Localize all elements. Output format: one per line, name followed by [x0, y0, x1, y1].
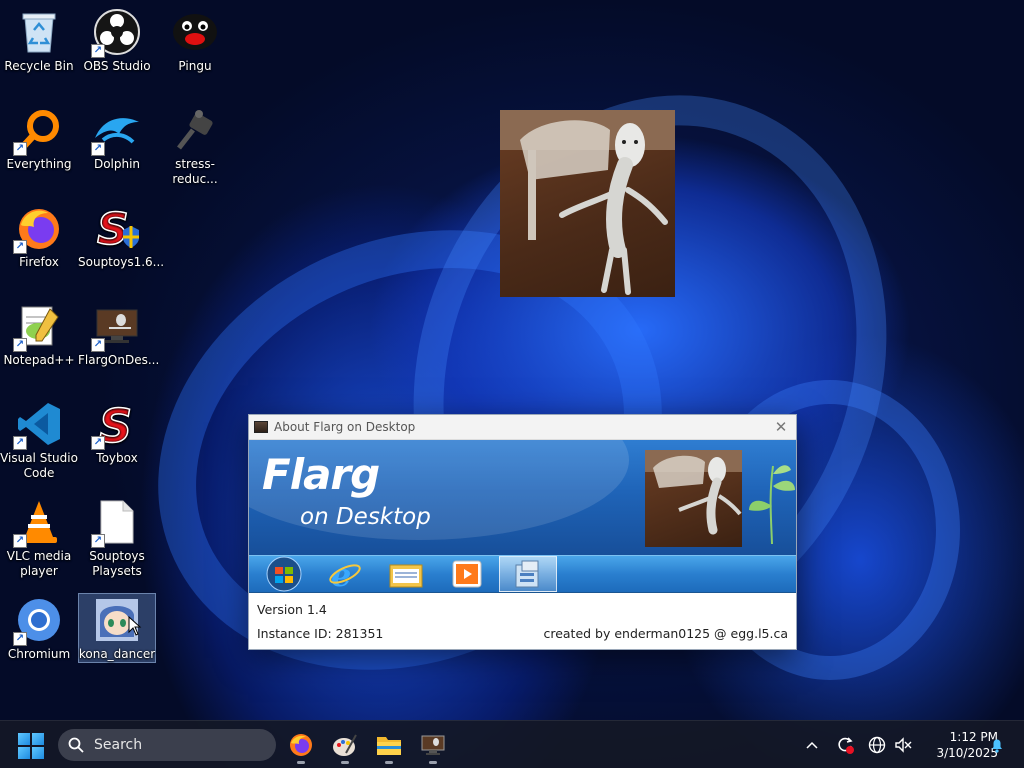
windows-explorer-icon — [377, 556, 435, 592]
shortcut-arrow-icon: ↗ — [13, 632, 27, 646]
globe-icon — [868, 736, 886, 754]
sync-alert-icon — [838, 737, 854, 754]
windows-logo-tile — [18, 733, 30, 745]
taskbar-search-box[interactable]: Search — [58, 729, 276, 761]
souptoys-installer-icon: S — [93, 204, 141, 252]
desktop-icon-everything[interactable]: ↗ Everything — [0, 100, 78, 188]
desktop-icon-souptoys-playsets[interactable]: ↗ Souptoys Playsets — [78, 492, 156, 588]
desktop-icon-notepadpp[interactable]: ↗ Notepad++ — [0, 296, 78, 384]
windows7-icon-strip: e — [249, 555, 796, 593]
internet-explorer-icon: e — [316, 556, 374, 592]
stress-reducer-icon — [171, 106, 219, 154]
flarg-icon: ↗ — [91, 302, 141, 352]
shortcut-arrow-icon: ↗ — [91, 44, 105, 58]
mouse-cursor-icon — [128, 616, 142, 636]
obs-icon: ↗ — [91, 8, 141, 58]
shortcut-arrow-icon: ↗ — [91, 142, 105, 156]
flarg-desktop-creature[interactable] — [500, 110, 675, 297]
desktop-icon-toybox[interactable]: S ↗ Toybox — [78, 394, 156, 482]
windows-logo-tile — [32, 733, 44, 745]
firefox-icon — [290, 734, 312, 756]
show-hidden-icons-button[interactable] — [800, 731, 824, 759]
shortcut-arrow-icon: ↗ — [13, 240, 27, 254]
start-button[interactable] — [18, 733, 44, 759]
firefox-icon: ↗ — [13, 204, 63, 254]
everything-search-icon: ↗ — [13, 106, 63, 156]
dolphin-icon: ↗ — [91, 106, 141, 156]
taskbar-app-file-explorer[interactable] — [372, 729, 406, 764]
recycle-bin-icon — [15, 8, 63, 56]
tray-sync-button[interactable] — [832, 731, 858, 759]
shortcut-arrow-icon: ↗ — [13, 436, 27, 450]
vlc-icon: ↗ — [13, 498, 63, 548]
shortcut-arrow-icon: ↗ — [13, 142, 27, 156]
running-indicator — [297, 761, 305, 764]
credit-label: created by enderman0125 @ egg.l5.ca — [543, 626, 788, 641]
flarg-image — [500, 110, 675, 295]
notifications-button[interactable] — [986, 731, 1008, 759]
windows-logo-tile — [32, 747, 44, 759]
windows7-orb-icon — [255, 556, 313, 592]
taskbar-app-flarg[interactable] — [416, 729, 450, 764]
leaf-decoration-icon — [749, 465, 795, 545]
file-explorer-icon — [377, 737, 401, 755]
svg-text:S: S — [97, 204, 129, 252]
shortcut-arrow-icon: ↗ — [13, 534, 27, 548]
shortcut-arrow-icon: ↗ — [91, 534, 105, 548]
banner-subtitle: on Desktop — [300, 504, 431, 530]
about-banner: Flarg on Desktop — [249, 440, 796, 555]
desktop-icon-flarg[interactable]: ↗ FlargOnDes... — [78, 296, 159, 384]
paint-icon — [333, 734, 357, 756]
dialog-title: About Flarg on Desktop — [274, 420, 416, 434]
flarg-icon — [421, 735, 445, 755]
tray-network-button[interactable] — [864, 731, 890, 759]
chromium-icon: ↗ — [13, 596, 63, 646]
close-button[interactable]: ✕ — [766, 418, 796, 436]
banner-title: Flarg — [262, 450, 380, 499]
notepadpp-icon: ↗ — [13, 302, 63, 352]
running-indicator — [385, 761, 393, 764]
ppt-document-icon — [499, 556, 557, 592]
running-indicator — [341, 761, 349, 764]
flarg-thumbnail — [645, 450, 742, 547]
volume-muted-icon — [895, 737, 912, 753]
desktop-icon-recycle-bin[interactable]: Recycle Bin — [0, 2, 78, 90]
taskbar-app-firefox[interactable] — [284, 729, 318, 764]
desktop-icon-souptoys-installer[interactable]: S Souptoys1.6... — [78, 198, 164, 286]
desktop-icon-vlc[interactable]: ↗ VLC media player — [0, 492, 78, 588]
desktop-icon-firefox[interactable]: ↗ Firefox — [0, 198, 78, 286]
desktop-icon-vscode[interactable]: ↗ Visual Studio Code — [0, 394, 78, 490]
desktop-icon-stress-reducer[interactable]: stress-reduc... — [156, 100, 234, 188]
tray-volume-button[interactable] — [890, 731, 916, 759]
desktop-icon-dolphin[interactable]: ↗ Dolphin — [78, 100, 156, 188]
instance-id-label: Instance ID: 281351 — [257, 626, 384, 641]
shortcut-arrow-icon: ↗ — [91, 338, 105, 352]
running-indicator — [429, 761, 437, 764]
flarg-app-icon — [254, 421, 268, 433]
search-placeholder: Search — [94, 737, 143, 753]
close-icon: ✕ — [774, 418, 788, 436]
vscode-icon: ↗ — [13, 400, 63, 450]
taskbar: Search 1:12 PM 3/10/2025 — [0, 720, 1024, 768]
shortcut-arrow-icon: ↗ — [13, 338, 27, 352]
search-icon — [68, 737, 84, 753]
desktop-icon-chromium[interactable]: ↗ Chromium — [0, 590, 78, 678]
desktop-icon-obs[interactable]: ↗ OBS Studio — [78, 2, 156, 90]
chevron-up-icon — [806, 741, 818, 749]
desktop-icon-pingu[interactable]: Pingu — [156, 2, 234, 90]
about-dialog: About Flarg on Desktop ✕ Flarg on Deskto… — [248, 414, 797, 650]
pingu-icon — [171, 8, 219, 56]
taskbar-app-paint[interactable] — [328, 729, 362, 764]
version-label: Version 1.4 — [257, 602, 327, 617]
media-player-icon — [438, 556, 496, 592]
shortcut-arrow-icon: ↗ — [91, 436, 105, 450]
dialog-titlebar[interactable]: About Flarg on Desktop ✕ — [249, 415, 796, 440]
windows-logo-tile — [18, 747, 30, 759]
toybox-icon: S ↗ — [91, 400, 141, 450]
bell-icon — [992, 739, 1002, 753]
about-info: Version 1.4 Instance ID: 281351 created … — [249, 593, 796, 643]
file-icon: ↗ — [91, 498, 141, 548]
desktop-icon-kona-dancer[interactable]: kona_dancer — [78, 593, 156, 663]
